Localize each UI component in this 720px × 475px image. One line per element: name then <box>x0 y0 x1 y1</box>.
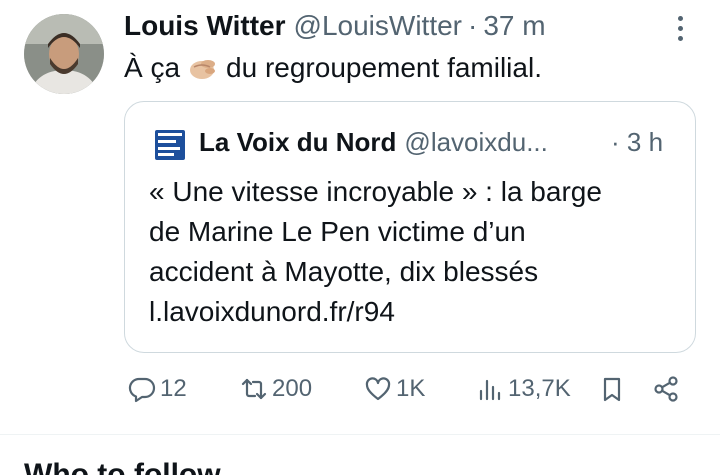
separator: · <box>468 10 478 41</box>
views-button[interactable]: 13,7K <box>476 370 571 408</box>
quoted-text-line: de Marine Le Pen victime d’un <box>149 216 526 247</box>
heart-icon <box>365 377 391 401</box>
quoted-author-name[interactable]: La Voix du Nord <box>199 127 396 158</box>
share-button[interactable] <box>652 370 680 408</box>
author-name[interactable]: Louis Witter <box>124 10 286 42</box>
quoted-tweet-time[interactable]: · 3 h <box>611 127 663 158</box>
tweet-text-after: du regroupement familial. <box>226 52 542 83</box>
author-handle[interactable]: @LouisWitter <box>294 10 462 42</box>
bookmark-icon <box>603 377 621 402</box>
quoted-tweet-text: « Une vitesse incroyable » : la barge de… <box>149 172 685 332</box>
quoted-text-line: accident à Mayotte, dix blessés <box>149 256 539 287</box>
share-icon <box>654 376 678 402</box>
reply-icon <box>128 377 156 403</box>
pinching-hand-emoji-icon <box>190 60 216 79</box>
tweet-actions: 12 200 1K 13,7K <box>124 370 696 408</box>
tweet-header: Louis Witter @LouisWitter · 37 m <box>124 10 546 46</box>
tweet-text: À ça du regroupement familial. <box>124 52 542 84</box>
like-button[interactable]: 1K <box>364 370 425 408</box>
tweet-text-before: À ça <box>124 52 181 83</box>
quoted-author-handle[interactable]: @lavoixdu... <box>404 127 547 158</box>
avatar-image <box>24 14 104 94</box>
reply-button[interactable]: 12 <box>128 370 187 408</box>
retweet-icon <box>241 378 267 400</box>
la-voix-du-nord-logo-icon <box>155 130 185 160</box>
views-count: 13,7K <box>508 375 571 402</box>
bookmark-button[interactable] <box>598 370 626 408</box>
retweet-button[interactable]: 200 <box>240 370 312 408</box>
quoted-link[interactable]: l.lavoixdunord.fr/r94 <box>149 292 685 332</box>
quoted-tweet[interactable]: La Voix du Nord @lavoixdu... · 3 h « Une… <box>124 101 696 353</box>
more-options-icon[interactable] <box>672 16 688 48</box>
tweet[interactable]: Louis Witter @LouisWitter · 37 m À ça du… <box>0 0 720 435</box>
quoted-tweet-header: La Voix du Nord @lavoixdu... <box>199 127 548 158</box>
author-avatar[interactable] <box>24 14 104 94</box>
retweet-count: 200 <box>272 375 313 402</box>
who-to-follow-title: Who to follow <box>24 458 221 475</box>
reply-count: 12 <box>160 375 187 402</box>
section-divider <box>0 434 720 435</box>
like-count: 1K <box>396 375 426 402</box>
quoted-text-line: « Une vitesse incroyable » : la barge <box>149 176 602 207</box>
tweet-time[interactable]: 37 m <box>483 10 545 42</box>
views-icon <box>479 379 501 401</box>
